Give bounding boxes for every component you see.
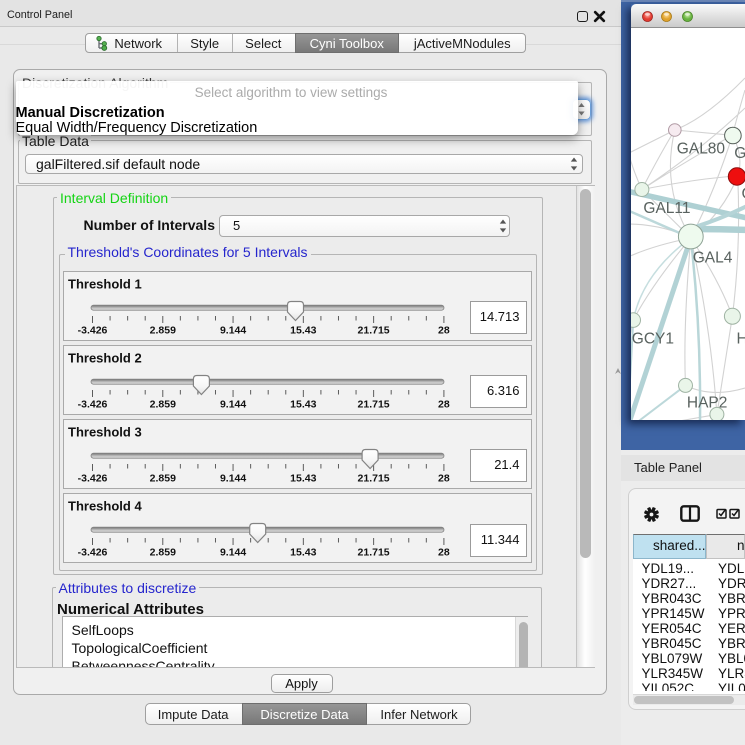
svg-text:21.715: 21.715 [357, 398, 389, 410]
svg-text:GA: GA [734, 145, 745, 162]
svg-text:Threshold 2: Threshold 2 [68, 350, 142, 365]
svg-text:28: 28 [438, 547, 450, 559]
svg-text:Threshold 3: Threshold 3 [68, 425, 142, 440]
svg-text:21.715: 21.715 [357, 473, 389, 485]
svg-text:GAL11: GAL11 [643, 200, 690, 217]
svg-text:Threshold 1: Threshold 1 [68, 276, 142, 291]
svg-text:28: 28 [438, 398, 450, 410]
svg-text:2.859: 2.859 [149, 547, 175, 559]
svg-text:2.859: 2.859 [149, 324, 175, 336]
svg-text:-3.426: -3.426 [77, 547, 107, 559]
svg-text:9.144: 9.144 [219, 473, 245, 485]
svg-text:9.144: 9.144 [219, 547, 245, 559]
svg-text:-3.426: -3.426 [77, 324, 107, 336]
svg-text:28: 28 [438, 324, 450, 336]
svg-text:9.144: 9.144 [219, 324, 245, 336]
svg-text:15.43: 15.43 [290, 398, 316, 410]
svg-text:21.715: 21.715 [357, 547, 389, 559]
svg-text:C: C [742, 186, 745, 203]
svg-text:28: 28 [438, 473, 450, 485]
svg-text:GAL80: GAL80 [677, 141, 726, 158]
svg-text:GCY1: GCY1 [632, 330, 674, 347]
svg-text:HAP2: HAP2 [687, 395, 728, 412]
svg-text:-3.426: -3.426 [77, 398, 107, 410]
svg-text:9.144: 9.144 [219, 398, 245, 410]
svg-text:15.43: 15.43 [290, 473, 316, 485]
svg-text:2.859: 2.859 [149, 398, 175, 410]
svg-text:21.715: 21.715 [357, 324, 389, 336]
svg-text:15.43: 15.43 [290, 547, 316, 559]
svg-text:Threshold 4: Threshold 4 [68, 499, 142, 514]
svg-text:-3.426: -3.426 [77, 473, 107, 485]
svg-text:H: H [737, 330, 745, 347]
svg-text:15.43: 15.43 [290, 324, 316, 336]
svg-text:GAL4: GAL4 [693, 250, 733, 267]
svg-text:2.859: 2.859 [149, 473, 175, 485]
